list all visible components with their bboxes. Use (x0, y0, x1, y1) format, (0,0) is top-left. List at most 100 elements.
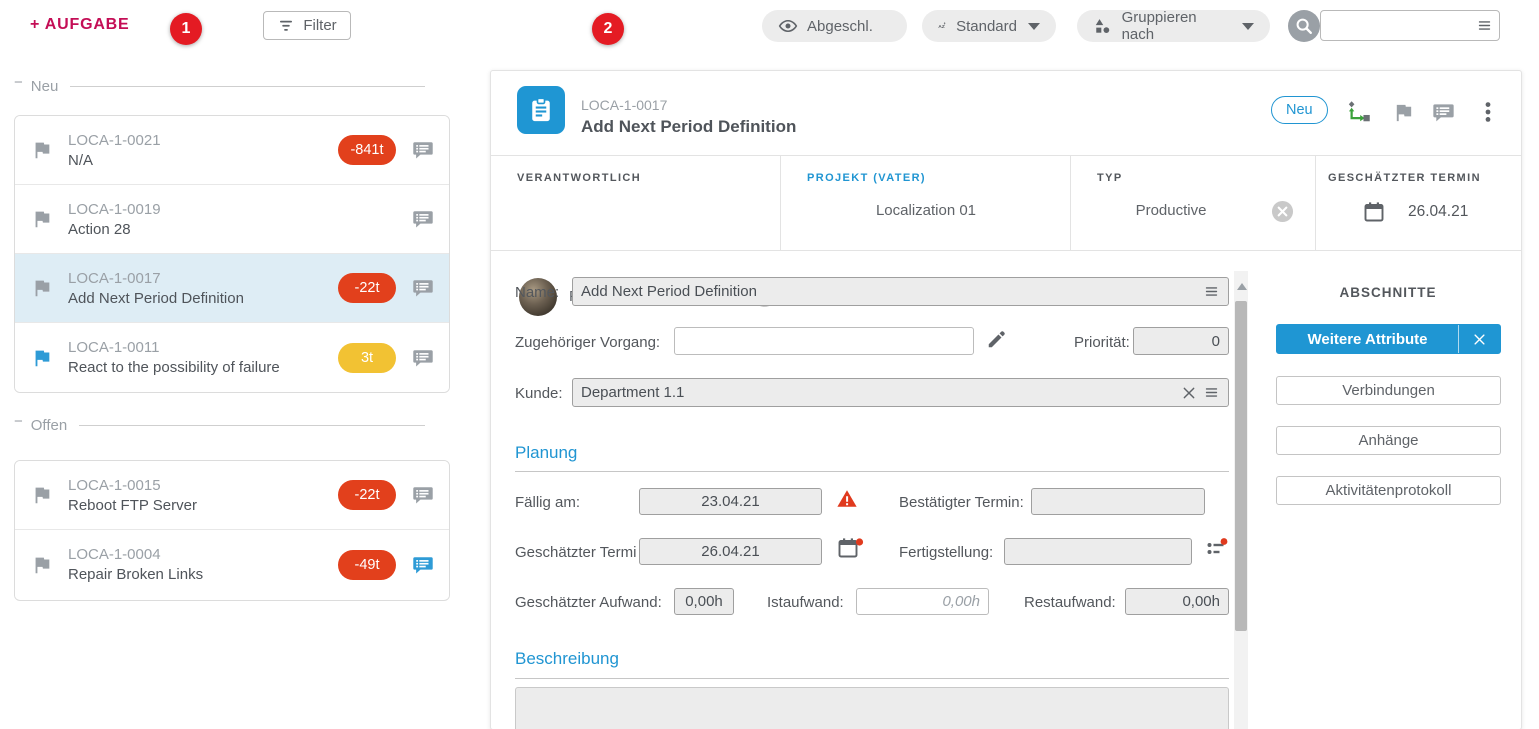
description-textarea[interactable] (515, 687, 1229, 729)
calendar-icon[interactable] (1362, 200, 1386, 224)
group-divider (79, 425, 425, 426)
flag-icon[interactable] (31, 484, 53, 506)
task-row-loca-1-0019[interactable]: LOCA-1-0019 Action 28 (15, 185, 449, 254)
type-value[interactable]: Productive (1071, 202, 1271, 219)
task-id: LOCA-1-0021 (68, 132, 161, 149)
estimated-date-value[interactable]: 26.04.21 (1408, 203, 1468, 221)
confirmed-date-label: Bestätigter Termin: (899, 494, 1024, 511)
flag-icon[interactable] (31, 554, 53, 576)
estimated-date-input[interactable] (639, 538, 822, 565)
overdue-badge: -841t (338, 135, 396, 165)
estimated-effort-input[interactable] (674, 588, 734, 615)
section-button-verbindungen[interactable]: Verbindungen (1276, 376, 1501, 405)
task-row-loca-1-0015[interactable]: LOCA-1-0015 Reboot FTP Server -22t (15, 461, 449, 530)
comment-icon[interactable] (411, 139, 435, 161)
task-id: LOCA-1-0004 (68, 546, 203, 563)
eye-icon (778, 16, 798, 36)
menu-icon[interactable] (1203, 384, 1220, 401)
name-value: Add Next Period Definition (581, 283, 1197, 300)
search-button[interactable] (1288, 10, 1320, 42)
comment-icon-active[interactable] (411, 554, 435, 576)
menu-icon[interactable] (1476, 17, 1493, 34)
scrollbar-thumb[interactable] (1235, 301, 1247, 631)
task-title: Add Next Period Definition (68, 290, 244, 307)
remaining-effort-input[interactable] (1125, 588, 1229, 615)
search-icon (1293, 15, 1315, 37)
task-id: LOCA-1-0015 (68, 477, 197, 494)
clear-icon[interactable] (1181, 385, 1197, 401)
task-id: LOCA-1-0011 (68, 339, 280, 356)
group-label: Offen (31, 417, 67, 434)
estimated-effort-label: Geschätzter Aufwand: (515, 594, 662, 611)
task-id: LOCA-1-0019 (68, 201, 161, 218)
comment-icon[interactable] (411, 484, 435, 506)
detail-header: LOCA-1-0017 Add Next Period Definition N… (491, 71, 1521, 156)
responsible-label: VERANTWORTLICH (517, 172, 641, 184)
search-input[interactable] (1320, 10, 1500, 41)
flag-icon[interactable] (1392, 101, 1415, 124)
pencil-icon[interactable] (986, 328, 1008, 350)
project-value[interactable]: Localization 01 (781, 202, 1071, 219)
comment-icon[interactable] (411, 208, 435, 230)
task-id: LOCA-1-0017 (68, 270, 244, 287)
flag-icon[interactable] (31, 139, 53, 161)
status-badge[interactable]: Neu (1271, 96, 1328, 124)
completed-toggle-label: Abgeschl. (807, 18, 873, 35)
group-by-dropdown[interactable]: Gruppieren nach (1077, 10, 1270, 42)
due-on-input[interactable] (639, 488, 822, 515)
filter-icon (277, 17, 295, 35)
completion-input[interactable] (1004, 538, 1192, 565)
flag-icon[interactable] (31, 208, 53, 230)
close-icon[interactable] (1458, 325, 1500, 353)
overdue-badge: -49t (338, 550, 396, 580)
clear-type-icon[interactable] (1271, 200, 1294, 223)
workflow-icon[interactable] (1346, 99, 1373, 126)
confirmed-date-input[interactable] (1031, 488, 1205, 515)
filter-button[interactable]: Filter (263, 11, 351, 40)
section-button-anhaenge[interactable]: Anhänge (1276, 426, 1501, 455)
collapse-group-icon[interactable]: − (14, 417, 23, 427)
calendar-alert-icon[interactable] (836, 536, 864, 560)
project-label: PROJEKT (VATER) (807, 172, 926, 184)
overdue-badge: -22t (338, 480, 396, 510)
description-heading: Beschreibung (515, 649, 619, 669)
group-label: Neu (31, 78, 59, 95)
priority-input[interactable] (1133, 327, 1229, 355)
section-button-aktivitaetenprotokoll[interactable]: Aktivitätenprotokoll (1276, 476, 1501, 505)
task-detail-panel: LOCA-1-0017 Add Next Period Definition N… (490, 70, 1522, 729)
comment-icon[interactable] (1431, 101, 1456, 124)
overdue-badge: -22t (338, 273, 396, 303)
clipboard-icon (527, 96, 555, 124)
task-row-loca-1-0011[interactable]: LOCA-1-0011 React to the possibility of … (15, 323, 449, 392)
name-field[interactable]: Add Next Period Definition (572, 277, 1229, 306)
comment-icon[interactable] (411, 347, 435, 369)
actual-effort-label: Istaufwand: (767, 594, 844, 611)
step-2-marker: 2 (592, 13, 624, 45)
scrollbar-up-arrow[interactable] (1237, 283, 1247, 290)
section-button-weitere-attribute[interactable]: Weitere Attribute (1276, 324, 1501, 354)
sort-dropdown[interactable]: Standard (922, 10, 1056, 42)
task-row-loca-1-0017-selected[interactable]: LOCA-1-0017 Add Next Period Definition -… (15, 254, 449, 323)
flag-icon-flagged[interactable] (31, 347, 53, 369)
task-row-loca-1-0021[interactable]: LOCA-1-0021 N/A -841t (15, 116, 449, 185)
collapse-group-icon[interactable]: − (14, 78, 23, 88)
add-task-button[interactable]: + AUFGABE (30, 16, 130, 34)
kebab-menu-icon[interactable] (1476, 99, 1500, 125)
flag-icon[interactable] (31, 277, 53, 299)
group-header-neu: − Neu (14, 78, 425, 95)
task-title: N/A (68, 152, 161, 169)
task-title: Action 28 (68, 221, 161, 238)
comment-icon[interactable] (411, 277, 435, 299)
menu-icon[interactable] (1203, 283, 1220, 300)
chevron-down-icon (1242, 23, 1254, 30)
actual-effort-input[interactable] (856, 588, 989, 615)
search-field-wrap (1320, 10, 1500, 41)
completed-toggle[interactable]: Abgeschl. (762, 10, 907, 42)
progress-alert-icon[interactable] (1205, 536, 1229, 560)
attr-cell-type: TYP Productive (1071, 156, 1316, 251)
task-row-loca-1-0004[interactable]: LOCA-1-0004 Repair Broken Links -49t (15, 530, 449, 599)
group-by-icon (1093, 16, 1113, 36)
customer-field[interactable]: Department 1.1 (572, 378, 1229, 407)
related-process-input[interactable] (674, 327, 974, 355)
customer-label: Kunde: (515, 385, 563, 402)
